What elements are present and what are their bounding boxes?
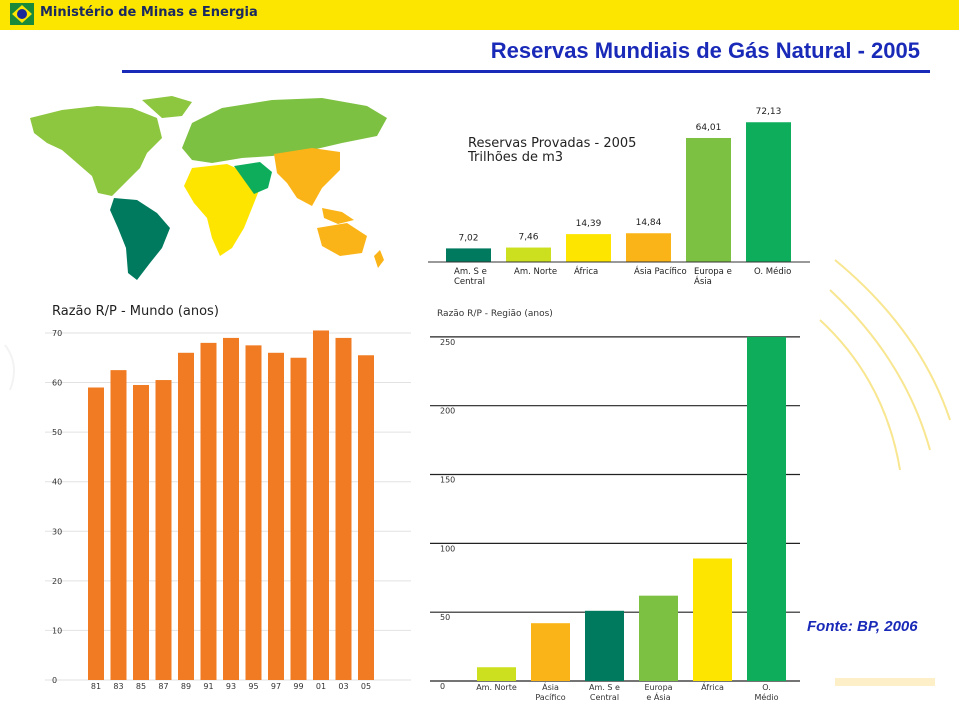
bar <box>693 558 732 681</box>
x-tick-label: Médio <box>754 692 778 702</box>
x-tick-label: 85 <box>136 682 146 691</box>
x-tick-label: Europa <box>644 683 672 692</box>
bar <box>110 370 127 680</box>
chart-subtitle: Trilhões de m3 <box>467 150 563 165</box>
tick-label: Ásia <box>694 275 712 287</box>
bar <box>686 137 731 262</box>
tick-label: África <box>574 265 598 277</box>
x-tick-label: 01 <box>316 682 326 691</box>
bar <box>313 330 329 680</box>
data-label: 14,84 <box>636 218 662 228</box>
x-tick-label: África <box>701 681 724 692</box>
data-label: 7,02 <box>458 233 478 243</box>
y-tick-label: 50 <box>52 428 62 437</box>
x-tick-label: 95 <box>248 682 258 691</box>
bar <box>290 357 307 680</box>
reserves-bar-chart: Reservas Provadas - 2005 Trilhões de m3 … <box>428 107 810 287</box>
y-tick-label: 30 <box>52 527 62 536</box>
bar <box>200 342 217 680</box>
chart-title: Razão R/P - Região (anos) <box>437 309 553 319</box>
x-tick-label: 03 <box>338 682 348 691</box>
x-tick-label: Am. S e <box>589 683 620 692</box>
x-tick-label: Central <box>590 693 619 702</box>
tick-label: O. Médio <box>754 266 791 277</box>
bar <box>747 336 786 681</box>
bar <box>506 247 551 262</box>
x-tick-label: 81 <box>91 682 101 691</box>
x-tick-label: 93 <box>226 682 236 691</box>
bar <box>335 337 352 680</box>
y-tick-label: 250 <box>440 338 455 347</box>
x-tick-label: 87 <box>158 682 168 691</box>
bar <box>446 248 491 262</box>
bar <box>223 337 239 680</box>
y-tick-label: 40 <box>52 478 62 487</box>
bar <box>746 122 791 262</box>
x-tick-label: Am. Norte <box>476 683 517 692</box>
x-tick-label: 89 <box>181 682 191 691</box>
y-tick-label: 100 <box>440 544 455 553</box>
bar <box>178 352 194 680</box>
y-tick-label: 50 <box>440 613 450 622</box>
bar <box>585 610 624 681</box>
region-rp-bar-chart: Razão R/P - Região (anos) 0 50 100 150 200 25… <box>430 309 800 702</box>
x-tick-label: Pacífico <box>535 693 565 702</box>
tick-label: Europa e <box>694 267 732 277</box>
chart-title: Razão R/P - Mundo (anos) <box>52 304 219 319</box>
y-tick-label: 200 <box>440 407 455 416</box>
data-label: 7,46 <box>518 233 538 243</box>
y-tick-label: 60 <box>52 379 62 388</box>
y-tick-label: 150 <box>440 476 455 485</box>
bar <box>268 352 284 680</box>
y-tick-label: 20 <box>52 577 62 586</box>
x-tick-label: Ásia <box>542 681 559 692</box>
bar <box>155 380 172 680</box>
x-tick-label: 91 <box>203 682 213 691</box>
data-label: 14,39 <box>576 219 602 229</box>
x-tick-label: 99 <box>293 682 303 691</box>
x-tick-label: 83 <box>113 682 123 691</box>
data-label: 64,01 <box>696 123 722 133</box>
bar <box>358 355 374 680</box>
y-tick-label: 70 <box>52 329 62 338</box>
bar <box>245 345 262 680</box>
y-tick-label: 0 <box>52 676 57 685</box>
bar <box>639 595 678 681</box>
bar <box>88 387 104 680</box>
world-rp-bar-chart: Razão R/P - Mundo (anos) 010203040506070… <box>45 304 411 691</box>
tick-label: Am. Norte <box>514 267 557 277</box>
tick-label: Am. S e <box>454 267 487 277</box>
x-tick-label: 05 <box>361 682 371 691</box>
tick-label: Ásia Pacífico <box>634 265 687 277</box>
tick-label: Central <box>454 277 485 287</box>
bar <box>626 233 671 262</box>
chart-title: Reservas Provadas - 2005 <box>468 136 636 151</box>
bar <box>531 623 570 681</box>
data-label: 72,13 <box>756 107 782 117</box>
bar <box>133 385 149 680</box>
source-note: Fonte: BP, 2006 <box>807 618 918 635</box>
x-tick-label: 97 <box>271 682 281 691</box>
bar <box>566 234 611 262</box>
y-tick-label: 0 <box>440 682 445 691</box>
x-tick-label: e Ásia <box>646 691 670 702</box>
world-map <box>30 96 387 280</box>
x-tick-label: O. <box>762 683 771 692</box>
y-tick-label: 10 <box>52 626 62 635</box>
bar <box>477 667 516 681</box>
